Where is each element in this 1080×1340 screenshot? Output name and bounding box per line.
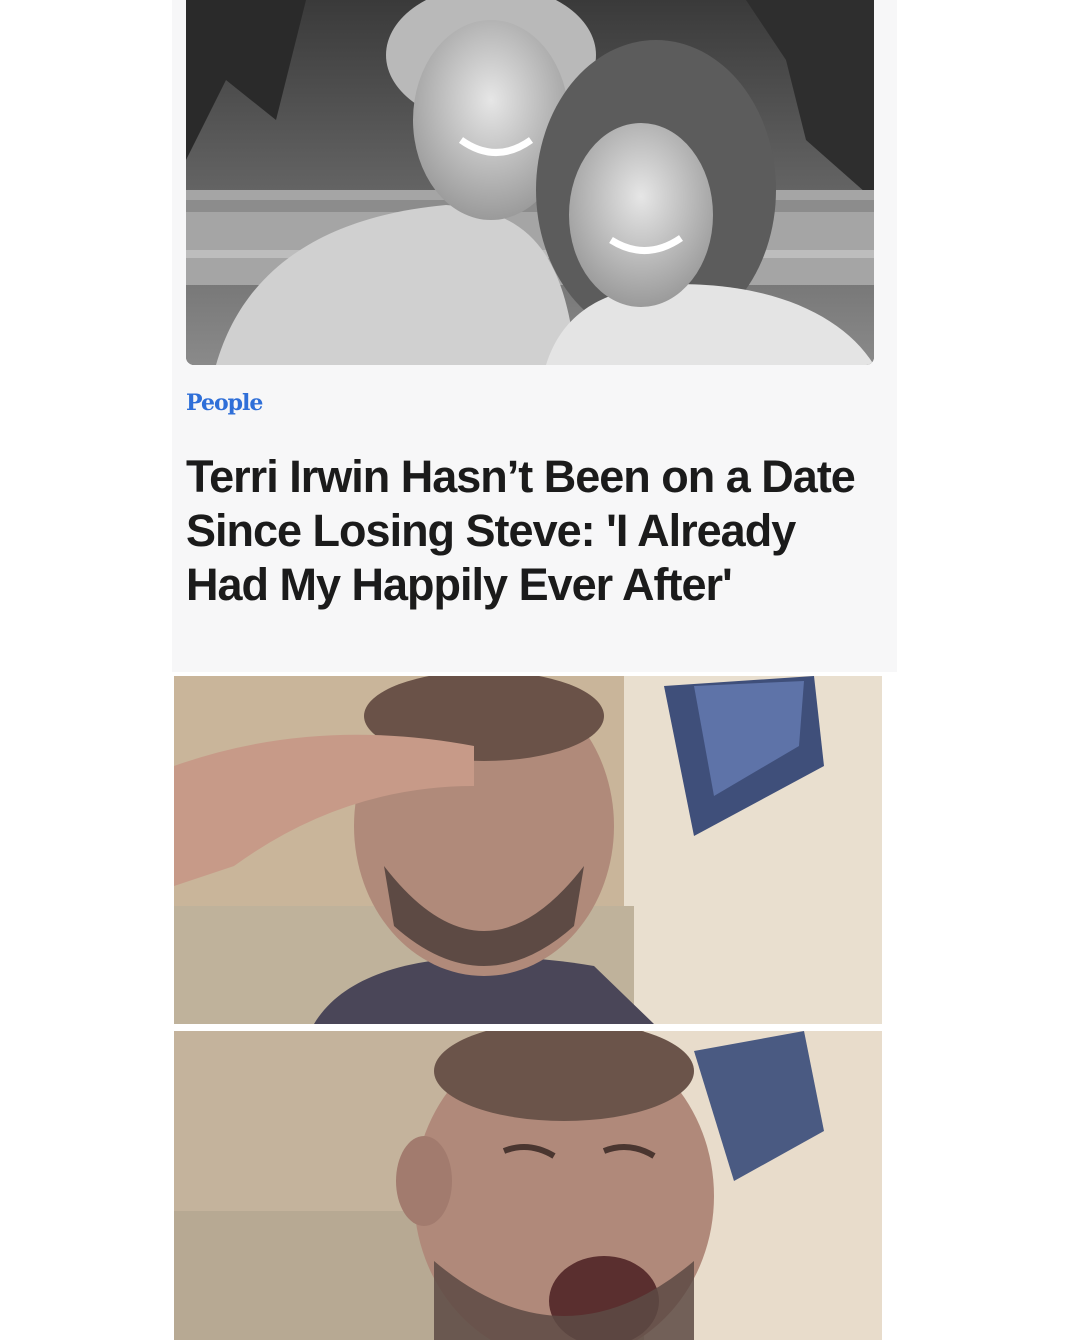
crying-illustration (174, 1031, 882, 1340)
salute-illustration (174, 676, 882, 1024)
publication-logo[interactable]: People (186, 390, 263, 416)
reaction-image-crying (174, 1031, 882, 1340)
reaction-image-salute (174, 676, 882, 1024)
couple-photo-illustration (186, 0, 874, 365)
article-headline[interactable]: Terri Irwin Hasn’t Been on a Date Since … (186, 450, 876, 612)
article-photo[interactable] (186, 0, 874, 365)
